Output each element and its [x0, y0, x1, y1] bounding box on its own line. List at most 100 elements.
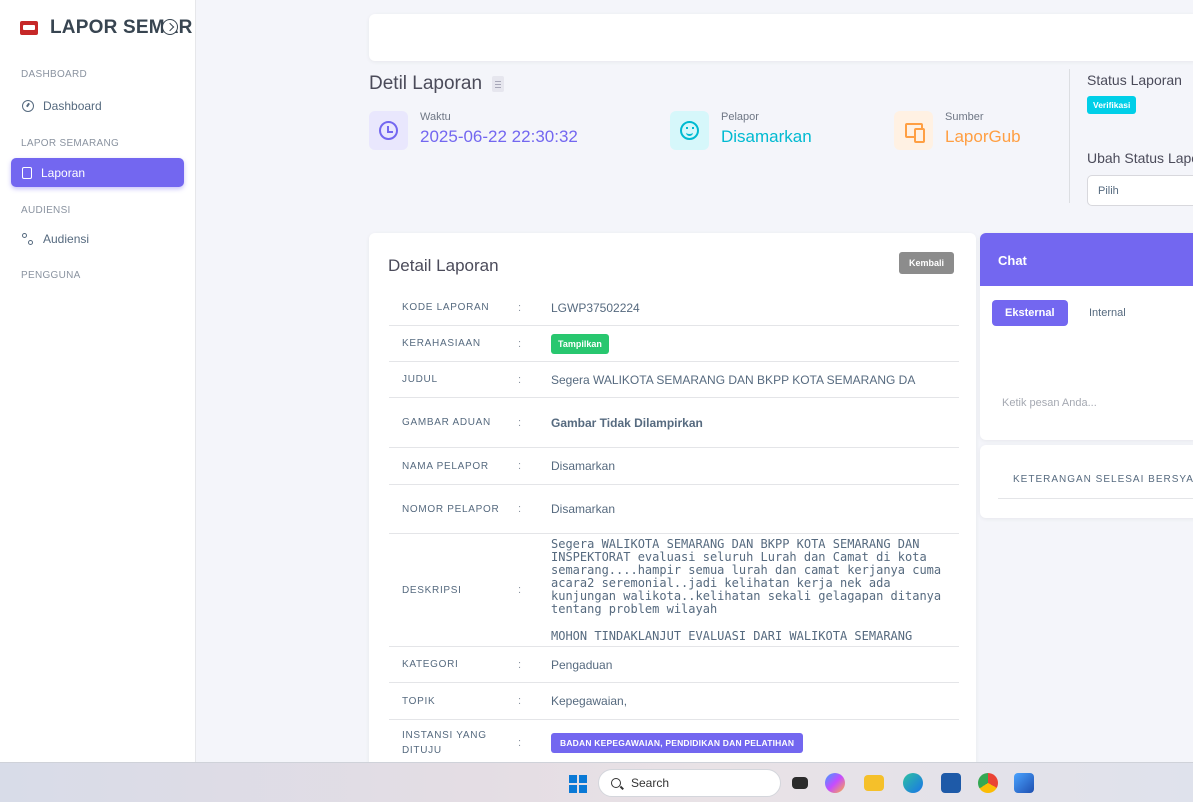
description-text: Segera WALIKOTA SEMARANG DAN BKPP KOTA S… [551, 536, 942, 616]
row-value: Disamarkan [551, 459, 616, 473]
menu-header-lapor-semarang: LAPOR SEMARANG [21, 138, 120, 149]
chat-panel: Chat Eksternal Internal Ketik pesan Anda… [980, 233, 1193, 440]
row-colon: : [518, 373, 522, 386]
completion-note-label: KETERANGAN SELESAI BERSYARA [1013, 474, 1193, 485]
row-colon: : [518, 416, 522, 429]
row-key: NAMA PELAPOR [402, 460, 489, 472]
tab-internal[interactable]: Internal [1089, 307, 1126, 319]
menu-header-audiensi: AUDIENSI [21, 205, 71, 216]
task-view-icon[interactable] [792, 777, 808, 789]
chat-title: Chat [980, 233, 1193, 286]
row-key: KATEGORI [402, 659, 459, 670]
menu-header-dashboard: DASHBOARD [21, 69, 88, 80]
row-value: Gambar Tidak Dilampirkan [551, 415, 703, 430]
store-icon[interactable] [941, 773, 961, 793]
sidebar-item-label: Audiensi [43, 231, 90, 246]
photos-icon[interactable] [1014, 773, 1034, 793]
row-colon: : [518, 658, 522, 671]
row-colon: : [518, 460, 522, 472]
devices-icon [904, 123, 925, 143]
windows-start-icon[interactable] [569, 775, 587, 793]
page-title: Detil Laporan [369, 73, 505, 95]
table-row: KATEGORI : Pengaduan [389, 647, 959, 683]
row-colon: : [518, 584, 522, 596]
tab-eksternal[interactable]: Eksternal [992, 300, 1068, 326]
sidebar-item-audiensi[interactable]: Audiensi [11, 224, 184, 253]
lapor-logo-icon [20, 21, 38, 35]
stat-value: LaporGub [945, 127, 1021, 146]
row-colon: : [518, 695, 522, 707]
dashboard-icon [22, 99, 34, 112]
taskbar-search-label: Search [631, 776, 670, 790]
change-status-title: Ubah Status Lapo [1087, 150, 1193, 166]
row-key: GAMBAR ADUAN [402, 417, 491, 428]
status-badge: Verifikasi [1087, 96, 1137, 114]
row-key: TOPIK [402, 695, 436, 707]
row-key: KERAHASIAAN [402, 338, 481, 349]
row-value: Disamarkan [551, 502, 616, 516]
row-key: KODE LAPORAN [402, 302, 490, 313]
row-colon: : [518, 737, 522, 749]
status-title: Status Laporan [1087, 72, 1182, 88]
table-row: DESKRIPSI : Segera WALIKOTA SEMARANG DAN… [389, 534, 959, 647]
stat-box [369, 111, 408, 150]
row-colon: : [518, 301, 522, 314]
stat-pelapor: Pelapor Disamarkan [670, 110, 812, 150]
chat-message-input[interactable]: Ketik pesan Anda... [1002, 397, 1097, 409]
row-value: Kepegawaian, [551, 694, 628, 708]
divider [998, 498, 1193, 499]
confidentiality-badge: Tampilkan [551, 333, 609, 354]
file-icon [22, 166, 32, 179]
smile-icon [680, 121, 699, 140]
table-row: NOMOR PELAPOR : Disamarkan [389, 485, 959, 534]
row-key: NOMOR PELAPOR [402, 503, 500, 515]
sidebar: LAPOR SEMAR DASHBOARD Dashboard LAPOR SE… [0, 0, 196, 762]
chrome-icon[interactable] [978, 773, 998, 793]
table-row: NAMA PELAPOR : Disamarkan [389, 448, 959, 485]
search-icon [611, 778, 621, 788]
row-value: Segera WALIKOTA SEMARANG DAN BKPP KOTA S… [551, 372, 916, 387]
row-colon: : [518, 337, 522, 350]
description-followup: MOHON TINDAKLANJUT EVALUASI DARI WALIKOT… [551, 628, 913, 643]
detail-card: Detail Laporan Kembali KODE LAPORAN : LG… [369, 233, 976, 793]
status-select[interactable]: Pilih [1087, 175, 1193, 206]
clock-icon [379, 121, 398, 140]
row-key: DESKRIPSI [402, 584, 462, 596]
row-colon: : [518, 503, 522, 515]
stat-value: 2025-06-22 22:30:32 [420, 127, 578, 146]
detail-table: KODE LAPORAN : LGWP37502224 KERAHASIAAN … [389, 290, 959, 766]
row-key: JUDUL [402, 374, 438, 385]
table-row: GAMBAR ADUAN : Gambar Tidak Dilampirkan [389, 398, 959, 448]
table-row: TOPIK : Kepegawaian, [389, 683, 959, 720]
table-row: INSTANSI YANG DITUJU : BADAN KEPEGAWAIAN… [389, 720, 959, 766]
back-button[interactable]: Kembali [899, 252, 955, 274]
row-value: LGWP37502224 [551, 300, 640, 315]
stat-sumber: Sumber LaporGub [894, 110, 1021, 150]
table-row: KODE LAPORAN : LGWP37502224 [389, 290, 959, 326]
row-key: INSTANSI YANG DITUJU [402, 730, 487, 756]
row-value: Segera WALIKOTA SEMARANG DAN BKPP KOTA S… [551, 536, 959, 643]
sidebar-item-dashboard[interactable]: Dashboard [11, 91, 184, 120]
stat-label: Pelapor [721, 111, 759, 123]
agency-badge: BADAN KEPEGAWAIAN, PENDIDIKAN DAN PELATI… [551, 733, 804, 753]
copilot-icon[interactable] [825, 773, 845, 793]
edge-icon[interactable] [903, 773, 923, 793]
card-title: Detail Laporan [388, 256, 499, 275]
stat-value: Disamarkan [721, 127, 812, 146]
audiensi-icon [22, 232, 34, 245]
completion-note-card: KETERANGAN SELESAI BERSYARA [980, 445, 1193, 518]
sidebar-item-label: Laporan [41, 165, 86, 180]
stat-waktu: Waktu 2025-06-22 22:30:32 [369, 110, 578, 150]
sidebar-toggle-icon[interactable] [162, 19, 178, 35]
taskbar: Search [0, 762, 1193, 802]
taskbar-search[interactable]: Search [598, 769, 781, 797]
status-panel: Status Laporan Verifikasi Ubah Status La… [1069, 69, 1193, 206]
file-explorer-icon[interactable] [864, 775, 884, 791]
page-title-text: Detil Laporan [369, 73, 483, 94]
sidebar-item-laporan[interactable]: Laporan [11, 158, 184, 187]
table-row: JUDUL : Segera WALIKOTA SEMARANG DAN BKP… [389, 362, 959, 398]
stat-box [670, 111, 709, 150]
menu-header-pengguna: PENGGUNA [21, 270, 81, 281]
document-icon [492, 76, 505, 92]
stat-box [894, 111, 933, 150]
